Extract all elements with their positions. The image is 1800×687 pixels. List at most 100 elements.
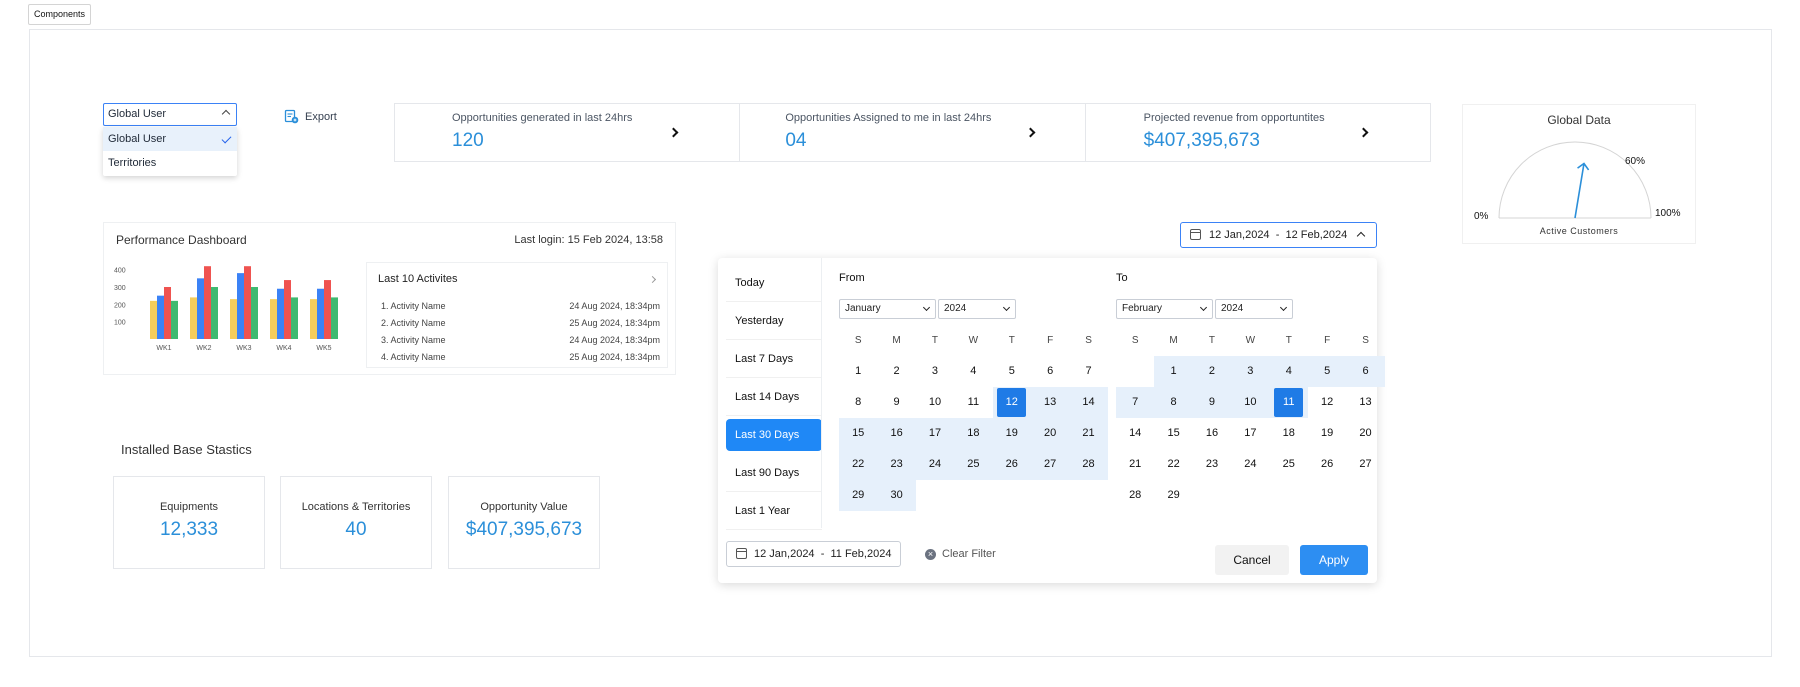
date-range-trigger[interactable]: 12 Jan,2024 - 12 Feb,2024 xyxy=(1180,222,1377,248)
calendar-day[interactable]: 9 xyxy=(1192,387,1232,418)
day-number: 1 xyxy=(855,365,862,377)
menu-item-territories[interactable]: Territories xyxy=(103,151,237,175)
user-scope-menu: Global User Territories xyxy=(103,127,237,176)
calendar-day[interactable]: 22 xyxy=(839,449,878,480)
calendar-day[interactable]: 12 xyxy=(992,387,1031,418)
from-month-select[interactable]: January xyxy=(839,299,936,319)
day-number: 24 xyxy=(1244,458,1257,470)
calendar-day[interactable]: 21 xyxy=(1116,449,1154,480)
calendar-day[interactable]: 9 xyxy=(877,387,915,418)
calendar-day[interactable]: 29 xyxy=(839,480,878,511)
calendar-day[interactable]: 13 xyxy=(1346,387,1384,418)
preset-yesterday[interactable]: Yesterday xyxy=(726,302,822,340)
preset-last-30-days[interactable]: Last 30 Days xyxy=(726,419,822,451)
selected-range-field[interactable]: 12 Jan,2024 - 11 Feb,2024 xyxy=(726,541,901,567)
activity-time: 24 Aug 2024, 18:34pm xyxy=(569,335,660,345)
calendar-day[interactable]: 20 xyxy=(1346,418,1384,449)
stat-revenue[interactable]: Projected revenue from opportuntites $40… xyxy=(1086,104,1430,161)
calendar-day[interactable]: 15 xyxy=(1154,418,1192,449)
calendar-day[interactable]: 27 xyxy=(1346,449,1384,480)
calendar-day[interactable]: 25 xyxy=(1270,449,1308,480)
calendar-day[interactable]: 20 xyxy=(1030,418,1070,449)
calendar-day[interactable]: 23 xyxy=(877,449,916,480)
calendar-day[interactable]: 24 xyxy=(915,449,955,480)
cancel-button[interactable]: Cancel xyxy=(1215,545,1289,575)
calendar-day[interactable]: 23 xyxy=(1193,449,1231,480)
calendar-day[interactable]: 26 xyxy=(1308,449,1346,480)
calendar-day[interactable]: 4 xyxy=(1269,356,1308,387)
calendar-day[interactable]: 6 xyxy=(1031,356,1069,387)
calendar-day[interactable]: 18 xyxy=(1270,418,1308,449)
calendar-day[interactable]: 28 xyxy=(1069,449,1108,480)
activity-row[interactable]: 1. Activity Name 24 Aug 2024, 18:34pm xyxy=(381,298,660,315)
calendar-day[interactable]: 30 xyxy=(877,480,916,511)
calendar-day[interactable]: 16 xyxy=(877,418,916,449)
apply-button[interactable]: Apply xyxy=(1300,545,1368,575)
preset-today[interactable]: Today xyxy=(726,264,822,302)
activity-row[interactable]: 4. Activity Name 25 Aug 2024, 18:34pm xyxy=(381,349,660,366)
activity-time: 24 Aug 2024, 18:34pm xyxy=(569,301,660,311)
calendar-day[interactable]: 19 xyxy=(992,418,1031,449)
calendar-day[interactable]: 14 xyxy=(1069,387,1108,418)
calendar-day[interactable]: 14 xyxy=(1116,418,1154,449)
chevron-right-icon[interactable] xyxy=(1025,127,1036,138)
calendar-day[interactable]: 5 xyxy=(993,356,1031,387)
calendar-day[interactable]: 10 xyxy=(916,387,954,418)
calendar-day[interactable]: 3 xyxy=(1231,356,1270,387)
calendar-day[interactable]: 29 xyxy=(1154,480,1192,511)
components-tab[interactable]: Components xyxy=(28,4,92,25)
preset-last-90-days[interactable]: Last 90 Days xyxy=(726,454,822,492)
calendar-day[interactable]: 11 xyxy=(954,387,992,418)
preset-last-1-year[interactable]: Last 1 Year xyxy=(726,492,822,530)
chevron-right-icon[interactable] xyxy=(668,127,679,138)
calendar-day[interactable]: 5 xyxy=(1307,356,1347,387)
calendar-day[interactable]: 1 xyxy=(1154,356,1193,387)
calendar-day[interactable]: 25 xyxy=(954,449,993,480)
stat-assigned[interactable]: Opportunities Assigned to me in last 24h… xyxy=(740,104,1086,161)
calendar-day[interactable]: 17 xyxy=(915,418,955,449)
calendar-day[interactable]: 17 xyxy=(1231,418,1269,449)
calendar-day[interactable]: 21 xyxy=(1069,418,1108,449)
tile-opportunity-value: Opportunity Value $407,395,673 xyxy=(448,476,600,569)
calendar-day[interactable]: 16 xyxy=(1193,418,1231,449)
weekday-label: M xyxy=(1169,335,1178,346)
calendar-day[interactable]: 24 xyxy=(1231,449,1269,480)
export-button[interactable]: Export xyxy=(284,109,337,124)
user-scope-select[interactable]: Global User xyxy=(103,103,237,126)
calendar-day[interactable]: 1 xyxy=(839,356,877,387)
calendar-day[interactable]: 22 xyxy=(1154,449,1192,480)
calendar-day[interactable]: 26 xyxy=(992,449,1031,480)
calendar-day[interactable]: 19 xyxy=(1308,418,1346,449)
calendar-day[interactable]: 8 xyxy=(839,387,877,418)
calendar-day[interactable]: 28 xyxy=(1116,480,1154,511)
calendar-day[interactable]: 3 xyxy=(916,356,954,387)
chevron-right-icon[interactable] xyxy=(648,275,657,284)
calendar-day[interactable]: 13 xyxy=(1030,387,1070,418)
day-number: 7 xyxy=(1132,396,1139,408)
calendar-day[interactable]: 15 xyxy=(839,418,878,449)
to-year-select[interactable]: 2024 xyxy=(1215,299,1293,319)
calendar-day[interactable]: 4 xyxy=(954,356,992,387)
calendar-day[interactable]: 2 xyxy=(877,356,915,387)
calendar-day[interactable]: 6 xyxy=(1346,356,1385,387)
calendar-day[interactable]: 10 xyxy=(1231,387,1270,418)
calendar-day[interactable]: 11 xyxy=(1269,387,1308,418)
from-year-select[interactable]: 2024 xyxy=(938,299,1016,319)
calendar-day[interactable]: 12 xyxy=(1308,387,1346,418)
calendar-day[interactable]: 18 xyxy=(954,418,993,449)
activity-row[interactable]: 3. Activity Name 24 Aug 2024, 18:34pm xyxy=(381,332,660,349)
day-number: 23 xyxy=(1205,458,1219,470)
preset-last-14-days[interactable]: Last 14 Days xyxy=(726,378,822,416)
stat-generated[interactable]: Opportunities generated in last 24hrs 12… xyxy=(395,104,741,161)
calendar-day[interactable]: 7 xyxy=(1116,387,1155,418)
clear-filter-button[interactable]: × Clear Filter xyxy=(925,548,996,560)
preset-last-7-days[interactable]: Last 7 Days xyxy=(726,340,822,378)
menu-item-global-user[interactable]: Global User xyxy=(103,127,237,151)
calendar-day[interactable]: 8 xyxy=(1154,387,1193,418)
to-month-select[interactable]: February xyxy=(1116,299,1213,319)
chevron-right-icon[interactable] xyxy=(1358,127,1369,138)
calendar-day[interactable]: 2 xyxy=(1192,356,1232,387)
calendar-day[interactable]: 27 xyxy=(1030,449,1070,480)
activity-row[interactable]: 2. Activity Name 25 Aug 2024, 18:34pm xyxy=(381,315,660,332)
calendar-day[interactable]: 7 xyxy=(1069,356,1107,387)
